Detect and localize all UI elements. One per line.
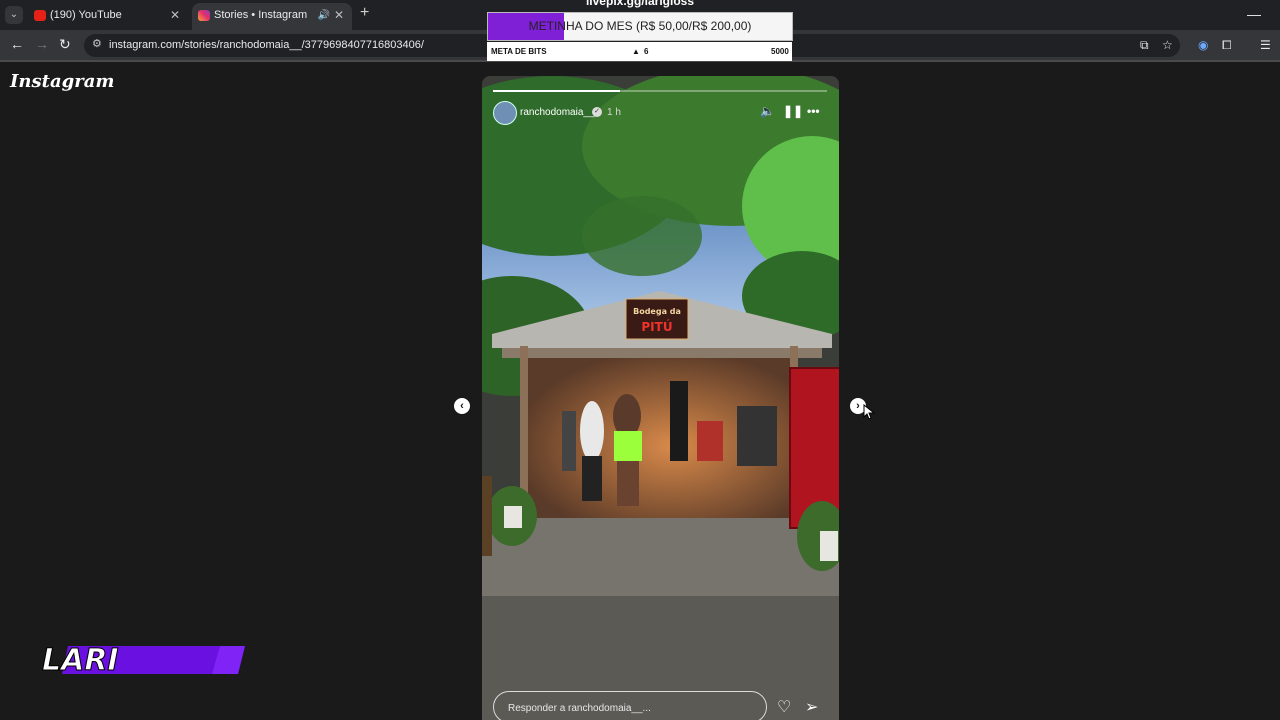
tab-title: (190) YouTube xyxy=(50,9,122,21)
streamer-logo: LARI xyxy=(42,643,245,679)
goal-text: METINHA DO MES (R$ 50,00/R$ 200,00) xyxy=(528,19,752,33)
story-username[interactable]: ranchodomaia__ xyxy=(520,107,595,118)
verified-badge-icon: ✓ xyxy=(592,107,602,117)
donation-goal-bar: METINHA DO MES (R$ 50,00/R$ 200,00) xyxy=(487,12,793,41)
extensions-icon[interactable]: ⧠ xyxy=(1222,38,1232,53)
back-icon[interactable]: ← xyxy=(10,36,24,52)
like-heart-icon[interactable]: ♡ xyxy=(777,697,791,717)
bits-current: 6 xyxy=(644,47,649,56)
bits-target: 5000 xyxy=(771,47,789,56)
youtube-icon xyxy=(34,10,46,21)
pause-icon[interactable]: ❚❚ xyxy=(783,104,803,118)
goal-title: livepix.gg/larigloss xyxy=(585,0,695,8)
reload-icon[interactable]: ↻ xyxy=(59,36,71,53)
reply-input[interactable]: Responder a ranchodomaia__... xyxy=(493,691,767,720)
svg-text:Bodega da: Bodega da xyxy=(633,307,681,316)
share-send-icon[interactable]: ➢ xyxy=(805,697,818,717)
bits-triangle-icon: ▲ xyxy=(632,47,640,56)
close-icon[interactable]: ✕ xyxy=(170,3,180,28)
forward-icon[interactable]: → xyxy=(35,36,49,52)
story-progress-fill xyxy=(493,90,620,92)
story-time: 1 h xyxy=(607,107,621,118)
more-options-icon[interactable]: ••• xyxy=(807,104,820,118)
menu-icon[interactable]: ☰ xyxy=(1260,38,1271,52)
story-image: Bodega da PITÚ xyxy=(482,76,839,720)
bits-label: META DE BITS xyxy=(491,47,547,56)
reply-placeholder: Responder a ranchodomaia__... xyxy=(508,703,651,714)
tab-youtube[interactable]: (190) YouTube ✕ xyxy=(28,3,188,30)
instagram-icon xyxy=(198,10,210,21)
minimize-button[interactable]: — xyxy=(1247,6,1261,22)
tab-title: Stories • Instagram xyxy=(214,9,308,21)
speaker-icon[interactable]: 🔈 xyxy=(760,104,775,118)
new-tab-button[interactable]: + xyxy=(360,4,369,22)
speaker-icon[interactable]: 🔊 xyxy=(318,3,330,28)
url-text: instagram.com/stories/ranchodomaia__/377… xyxy=(109,39,424,51)
cast-icon[interactable]: ⧉ xyxy=(1140,38,1149,53)
instagram-logo[interactable]: Instagram xyxy=(10,71,114,92)
mouse-cursor-icon xyxy=(863,404,875,420)
avatar[interactable] xyxy=(493,101,517,125)
tab-search-button[interactable]: ⌄ xyxy=(5,6,23,24)
previous-story-button[interactable]: ‹ xyxy=(454,398,470,414)
story-viewer[interactable]: Bodega da PITÚ ranchodomaia__ ✓ 1 h 🔈 ❚❚… xyxy=(482,76,839,720)
bookmark-star-icon[interactable]: ☆ xyxy=(1162,38,1173,52)
close-icon[interactable]: ✕ xyxy=(334,3,344,28)
site-info-icon[interactable]: ⚙ xyxy=(92,37,102,50)
story-progress-bar xyxy=(493,90,827,92)
tab-instagram[interactable]: Stories • Instagram 🔊 ✕ xyxy=(192,3,352,30)
svg-text:LARI: LARI xyxy=(42,643,119,678)
bits-goal-bar: META DE BITS ▲ 6 5000 xyxy=(487,42,792,61)
svg-text:PITÚ: PITÚ xyxy=(641,319,672,334)
extension-wave-icon[interactable]: ◉ xyxy=(1198,38,1208,52)
